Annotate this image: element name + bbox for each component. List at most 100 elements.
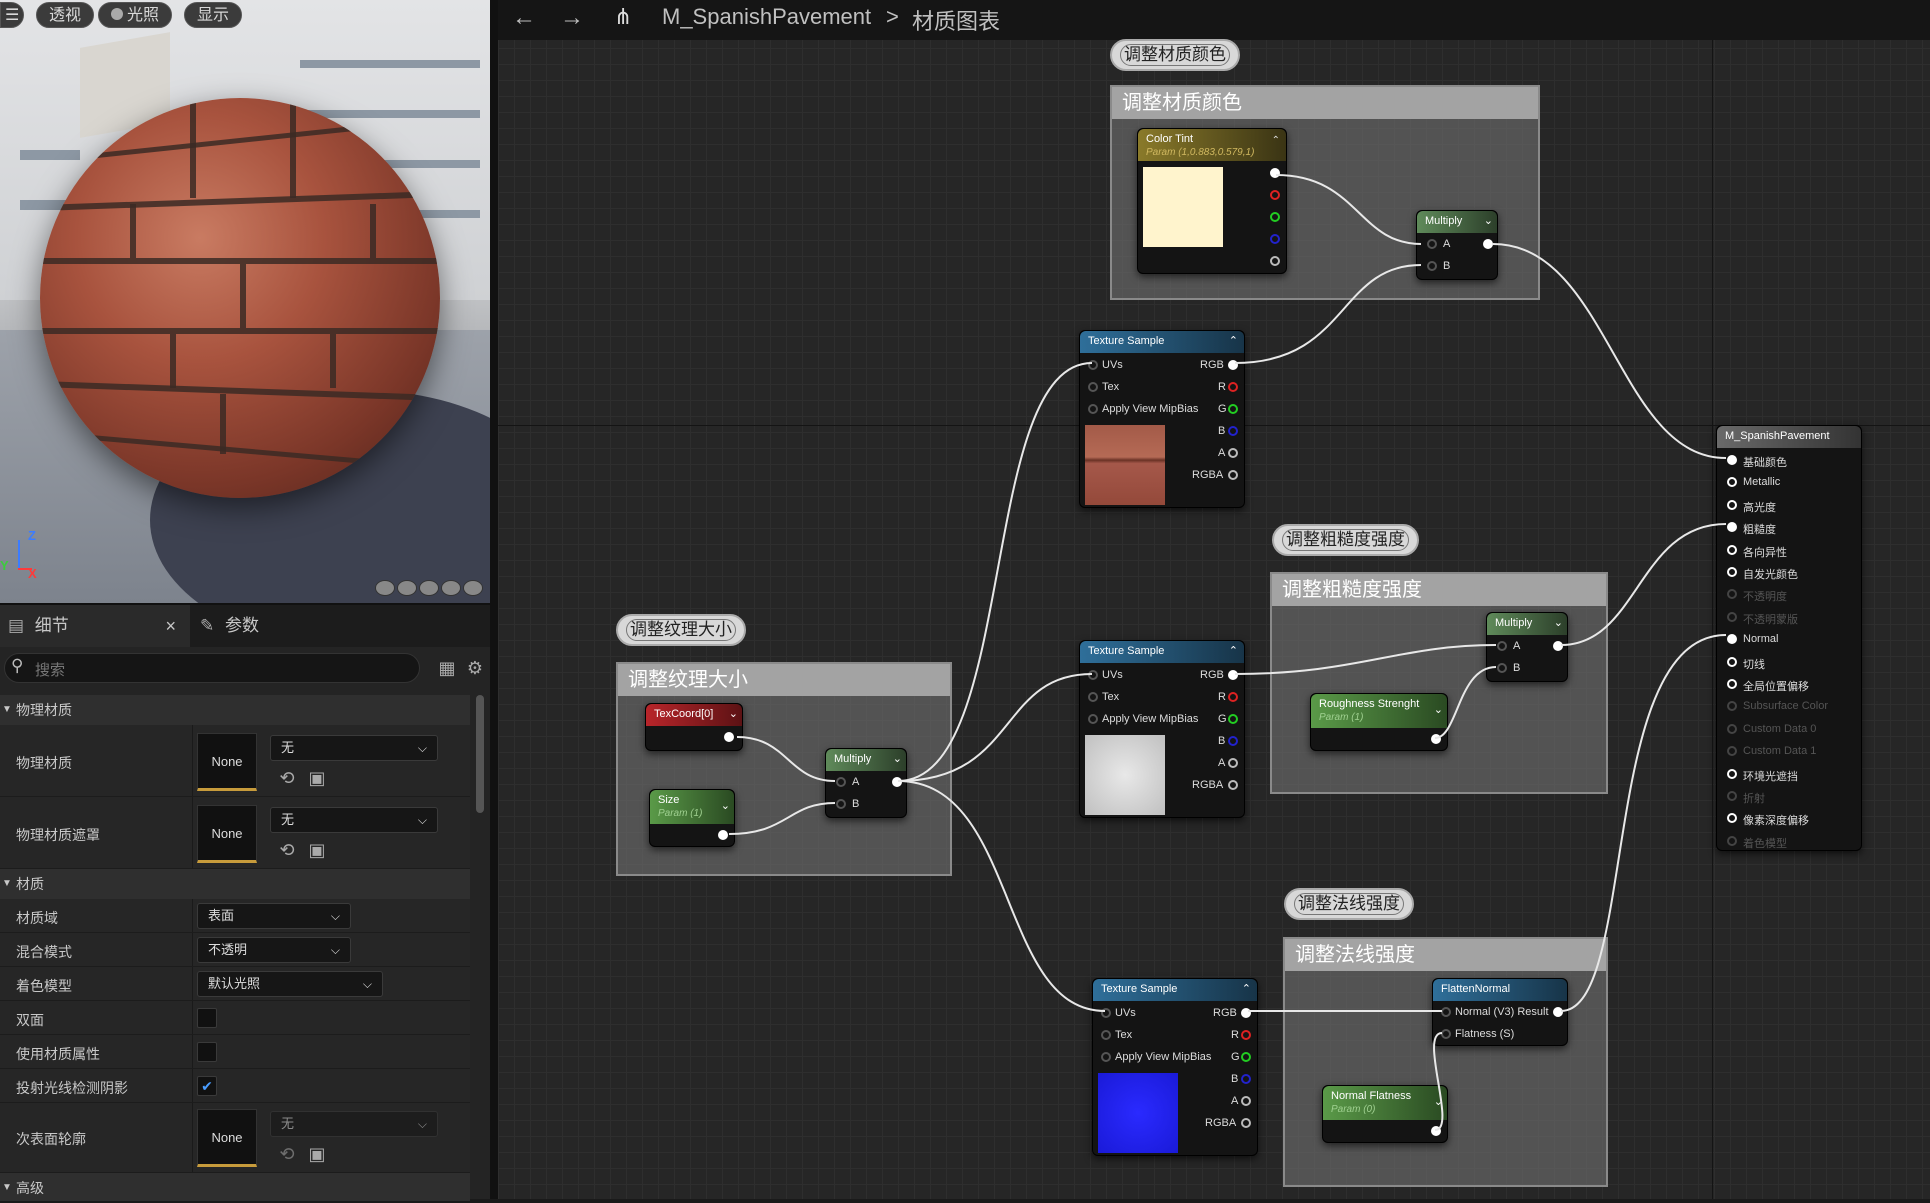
output-pin-rgba[interactable] [1241,1118,1251,1128]
output-pin-rgb[interactable] [1241,1008,1251,1018]
result-pin-6[interactable]: 不透明度 [1727,588,1787,604]
input-pin[interactable] [1088,692,1098,702]
comment-bubble-roughness[interactable]: 调整粗糙度强度 [1272,524,1419,556]
output-pin-g[interactable] [1270,212,1280,222]
collapse-arrow-icon[interactable]: ⌃ [1229,641,1238,661]
preview-shape-buttons[interactable] [375,580,483,596]
input-pin[interactable] [836,799,846,809]
tab-parameters[interactable]: ✎ 参数 [196,605,259,647]
input-pin[interactable] [1101,1008,1111,1018]
result-pin-2[interactable]: 高光度 [1727,499,1776,515]
input-pin[interactable] [1088,714,1098,724]
output-pin-rgb[interactable] [1228,360,1238,370]
back-arrow-icon[interactable]: ← [512,4,536,32]
use-selected-icon[interactable]: ⟲ [276,767,298,789]
asset-picker-dropdown[interactable]: 无 ⌵ [270,735,438,761]
result-pin-11[interactable]: Subsurface Color [1727,700,1828,712]
output-pin-b[interactable] [1228,736,1238,746]
result-pin-5[interactable]: 自发光颜色 [1727,566,1798,582]
use-selected-icon[interactable]: ⟲ [276,839,298,861]
cube-shape-icon[interactable] [441,580,461,596]
result-pin-15[interactable]: 折射 [1727,790,1765,806]
output-pin-g[interactable] [1228,404,1238,414]
result-pin-16[interactable]: 像素深度偏移 [1727,812,1809,828]
input-pin[interactable] [1101,1030,1111,1040]
asset-thumbnail[interactable]: None [197,1109,257,1167]
node-texture-sample-roughness[interactable]: Texture Sample ⌃ UVs Tex Apply View MipBi… [1079,640,1245,818]
result-pin-7[interactable]: 不透明蒙版 [1727,611,1798,627]
result-pin-14[interactable]: 环境光遮挡 [1727,768,1798,784]
collapse-arrow-icon[interactable]: ⌃ [1242,979,1251,999]
input-pin[interactable] [1088,382,1098,392]
result-pin-12[interactable]: Custom Data 0 [1727,723,1816,735]
section-advanced[interactable]: ▼ 高级 [0,1173,470,1201]
output-pin-a[interactable] [1270,256,1280,266]
close-tab-button[interactable]: × [165,605,176,647]
custom-mesh-icon[interactable] [463,580,483,596]
chevron-down-icon[interactable]: ⌄ [1484,211,1493,231]
breadcrumb-page[interactable]: 材质图表 [912,4,1000,36]
show-button[interactable]: 显示 [184,2,243,28]
input-pin[interactable] [1727,768,1737,779]
output-pin-a[interactable] [1228,448,1238,458]
input-pin[interactable] [1727,791,1737,801]
input-pin[interactable] [1727,835,1737,846]
table-view-icon[interactable]: ▦ [436,657,458,679]
input-pin[interactable] [1427,261,1437,271]
perspective-button[interactable]: 透视 [36,2,95,28]
input-pin[interactable] [1497,663,1507,673]
settings-gear-icon[interactable]: ⚙ [464,657,486,679]
node-roughness-strength-param[interactable]: Roughness Strenght ⌄ Param (1) [1310,693,1448,751]
input-pin[interactable] [1727,455,1737,465]
input-pin[interactable] [1727,477,1737,488]
output-pin-r[interactable] [1228,382,1238,392]
two-sided-checkbox[interactable] [197,1008,217,1028]
node-texture-sample-basecolor[interactable]: Texture Sample ⌃ UVs Tex Apply View MipBi… [1079,330,1245,508]
chevron-down-icon[interactable]: ⌄ [1554,613,1563,633]
browse-folder-icon[interactable]: ▣ [306,1143,328,1165]
node-color-tint[interactable]: Color Tint Param (1,0.883,0.579,1) ⌃ [1137,128,1287,274]
output-pin-rgba[interactable] [1228,780,1238,790]
output-pin[interactable] [892,777,902,787]
output-pin[interactable] [1431,734,1441,744]
input-pin[interactable] [1441,1029,1451,1039]
input-pin[interactable] [1088,670,1098,680]
input-pin[interactable] [1427,239,1437,249]
input-pin[interactable] [1727,746,1737,757]
input-pin[interactable] [1727,701,1737,712]
input-pin[interactable] [1441,1007,1451,1017]
input-pin[interactable] [1088,360,1098,370]
material-preview-viewport[interactable]: ☰ 透视 光照 显示 Z X Y [0,0,490,603]
comment-box-normal[interactable]: 调整法线强度 [1283,937,1608,1187]
chevron-down-icon[interactable]: ⌄ [729,704,738,724]
output-pin-b[interactable] [1270,234,1280,244]
breadcrumb-asset[interactable]: M_SpanishPavement [662,4,871,30]
comment-bubble-color[interactable]: 调整材质颜色 [1110,39,1240,71]
node-size-param[interactable]: Size ⌄ Param (1) [649,789,735,847]
output-pin-r[interactable] [1241,1030,1251,1040]
output-pin[interactable] [1553,1007,1563,1017]
node-normal-flatness-param[interactable]: Normal Flatness ⌄ Param (0) [1322,1085,1448,1143]
output-pin-b[interactable] [1241,1074,1251,1084]
input-pin[interactable] [1727,813,1737,824]
material-domain-dropdown[interactable]: 表面 ⌵ [197,903,351,929]
checkmark-icon[interactable]: ✔ [197,1076,217,1096]
panel-splitter[interactable] [490,0,498,1199]
input-pin[interactable] [1727,611,1737,622]
output-pin[interactable] [718,830,728,840]
section-material[interactable]: ▼ 材质 [0,869,470,899]
lit-button[interactable]: 光照 [98,2,173,28]
input-pin[interactable] [1101,1052,1111,1062]
result-pin-9[interactable]: 切线 [1727,656,1765,672]
collapse-arrow-icon[interactable]: ⌃ [1272,135,1280,146]
input-pin[interactable] [1727,634,1737,645]
output-pin[interactable] [724,732,734,742]
output-pin-b[interactable] [1228,426,1238,436]
output-pin-g[interactable] [1241,1052,1251,1062]
plane-shape-icon[interactable] [419,580,439,596]
output-pin-r[interactable] [1228,692,1238,702]
input-pin[interactable] [836,777,846,787]
input-pin[interactable] [1088,404,1098,414]
browse-folder-icon[interactable]: ▣ [306,839,328,861]
chevron-down-icon[interactable]: ⌄ [893,749,902,769]
